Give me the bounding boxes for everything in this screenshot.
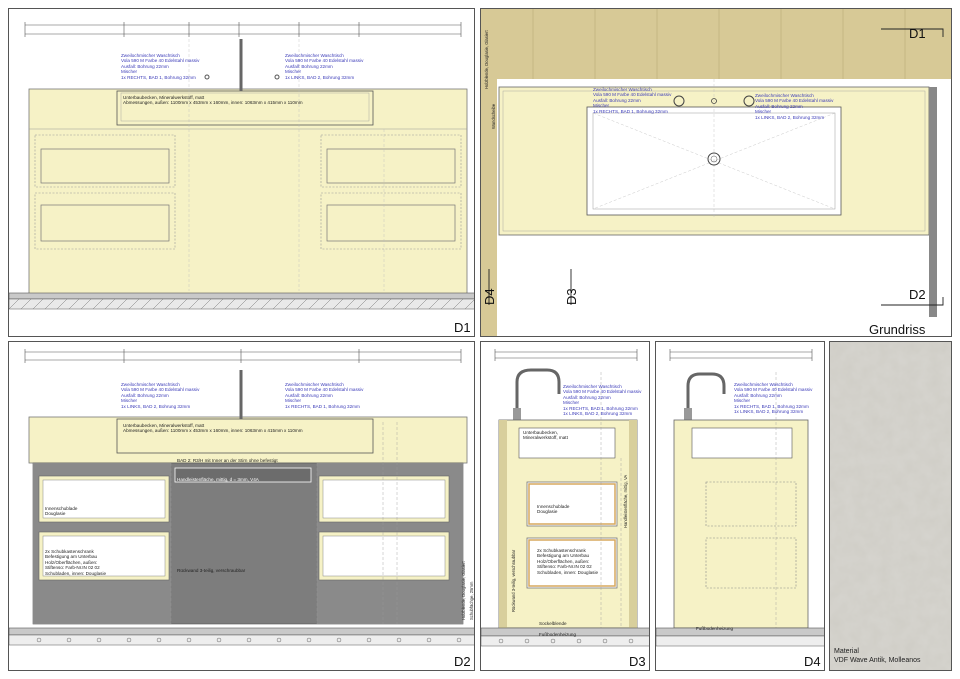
grundriss-marker-d2: D2 [909,287,926,302]
d4-view-label: D4 [804,654,821,669]
stone-texture [830,342,951,670]
d1-view-label: D1 [454,320,471,335]
d1-note-faucet-right: Zweilochmischer Waschtisch Vola 590 M Fa… [285,53,364,80]
d2-note-faucet-right: Zweilochmischer Waschtisch Vola 590 M Fa… [285,382,364,409]
d2-view-label: D2 [454,654,471,669]
d3-note-drawers: 2x Schubkastenschrank Befestigung am Unt… [537,548,599,575]
d2-note-top: BAD 2: R3/H mit Inner an der Stirn ohne … [177,458,278,463]
grundriss-view-label: Grundriss [869,322,926,337]
d1-note-faucet-left: Zweilochmischer Waschtisch Vola 590 M Fa… [121,53,200,80]
d4-note-faucet: Zweilochmischer Waschtisch Vola 590 M Fa… [734,382,813,415]
d1-drawing [9,22,474,310]
view-d1: Zweilochmischer Waschtisch Vola 590 M Fa… [8,8,475,337]
view-d3: Zweilochmischer Waschtisch Vola 590 M Fa… [480,341,650,671]
grundriss-drawing [488,9,944,336]
d3-view-label: D3 [629,654,646,669]
d2-side-note: Holzblende, Douglasie, Glasiert [461,561,466,620]
d2-note-handle: Handleistenfläche, mittig, d = 3mm, V4A [177,477,259,482]
material-title: Material [834,648,859,655]
grundriss-marker-d3: D3 [564,288,579,305]
d3-note-inner: Innenschublade Douglasie [537,504,570,515]
d3-note-basin: Unterbaubecken, Mineralwerkstoff, matt [523,430,568,441]
d2-note-faucet-left: Zweilochmischer Waschtisch Vola 590 M Fa… [121,382,200,409]
d2-note-basin: Unterbaubecken, Mineralwerkstoff, matt A… [123,423,303,434]
d3-rail-note: Handleistenfläche, mittig, VA [623,474,628,528]
material-swatch: Material VDF Wave Antik, Molleanos [829,341,952,671]
d3-side-note: Rückwand 3-teilig, verschraubbar [511,549,516,612]
grundriss-marker-d4: D4 [482,288,497,305]
view-d4: Zweilochmischer Waschtisch Vola 590 M Fa… [655,341,825,671]
d2-drawing [9,349,474,646]
grundriss-wall-note: Holzblende, Douglasie, Glasiert [484,30,489,89]
d1-note-basin: Unterbaubecken, Mineralwerkstoff, matt A… [123,95,303,106]
view-d2: Zweilochmischer Waschtisch Vola 590 M Fa… [8,341,475,671]
d3-note-floor: Fußbodenheizung [539,632,577,637]
d2-side-note-2: Schubfächge, 25mm [469,581,474,620]
grundriss-wall-note-2: Wandscheibe [491,103,496,129]
drawing-sheet: Zweilochmischer Waschtisch Vola 590 M Fa… [0,0,960,679]
d3-note-faucet: Zweilochmischer Waschtisch Vola 590 M Fa… [563,384,642,417]
d3-note-socket: Sockelblende [539,621,567,626]
view-grundriss: Zweilochmischer Waschtisch Vola 590 M Fa… [480,8,952,337]
d2-note-inner: Innenschublade Douglasie [45,506,78,517]
grundriss-note-faucet-left: Zweilochmischer Waschtisch Vola 590 M Fa… [593,87,672,114]
grundriss-marker-d1: D1 [909,26,926,41]
d4-note-floor: Fußbodenheizung [696,626,734,631]
d2-note-drawers: 2x Schubkastenschrank Befestigung am Unt… [45,549,107,576]
d2-note-center: Rückwand 3-teilig, verschraubbar [177,568,246,573]
grundriss-note-faucet-right: Zweilochmischer Waschtisch Vola 590 M Fa… [755,93,834,120]
material-name: VDF Wave Antik, Molleanos [834,657,921,664]
